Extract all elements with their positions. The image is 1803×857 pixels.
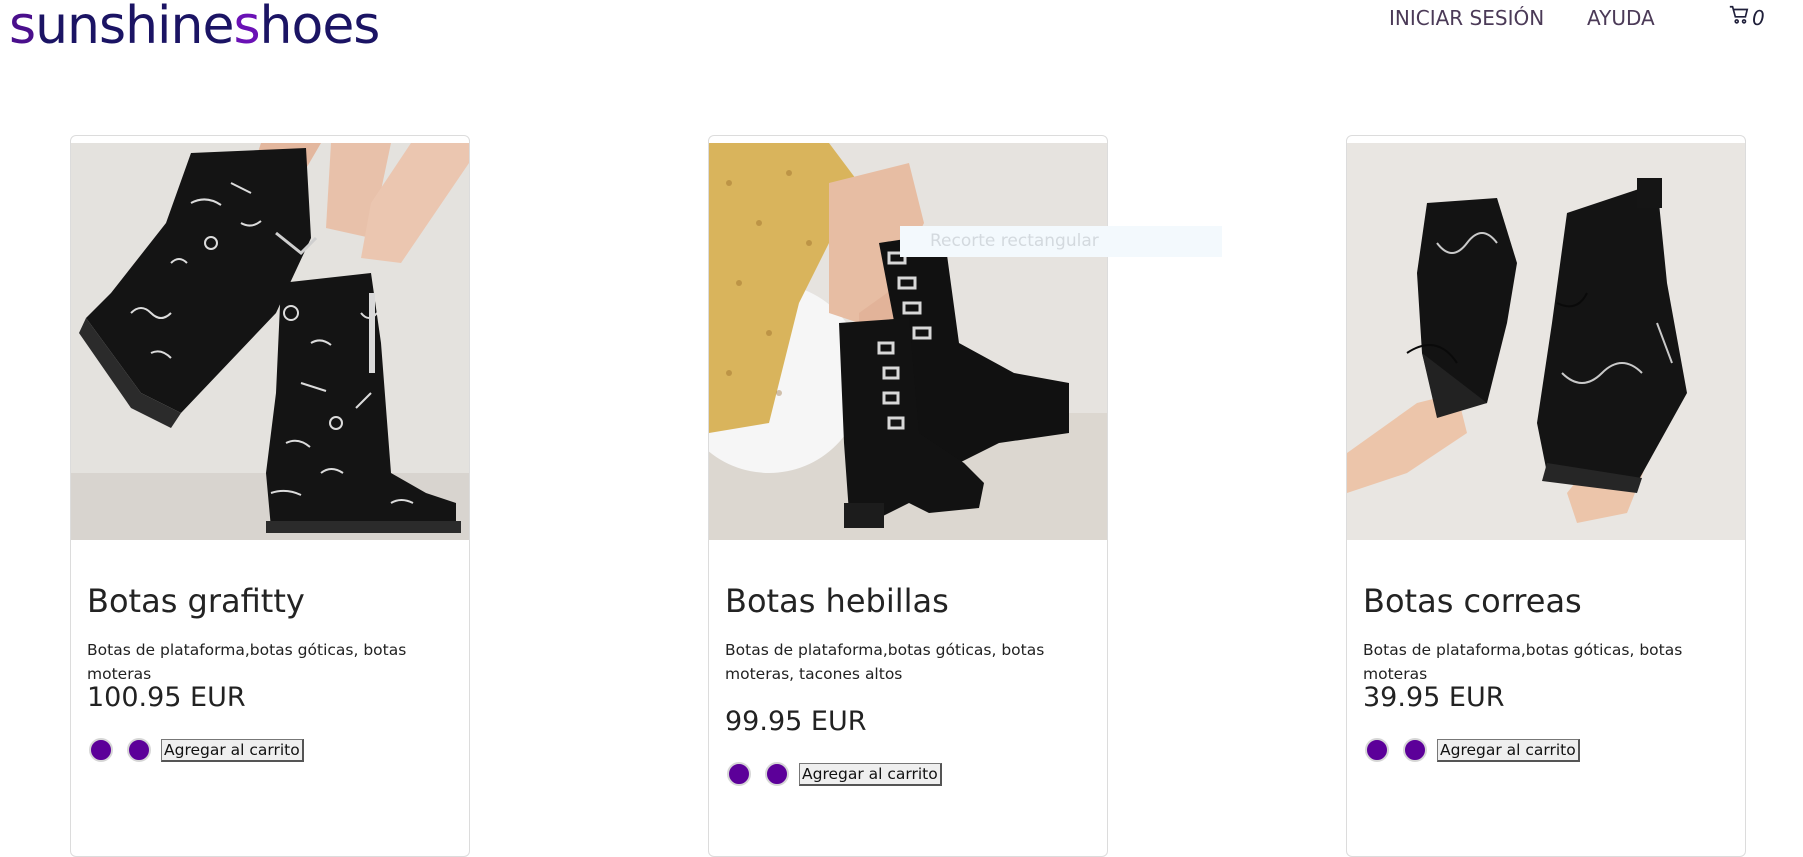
product-title: Botas hebillas: [725, 582, 949, 620]
product-description: Botas de plataforma,botas góticas, botas…: [87, 641, 407, 683]
cart-button[interactable]: 0: [1728, 4, 1765, 31]
product-price: 100.95 EUR: [87, 682, 246, 713]
cart-count: 0: [1752, 5, 1765, 30]
product-description: Botas de plataforma,botas góticas, botas…: [1363, 641, 1683, 683]
product-price: 99.95 EUR: [725, 706, 867, 737]
logo-part1: unshine: [35, 0, 234, 56]
strap-boots-image[interactable]: [1347, 143, 1745, 540]
graffiti-boots-image[interactable]: [71, 143, 469, 540]
color-option-2[interactable]: [127, 738, 151, 762]
add-to-cart-button[interactable]: Agregar al carrito: [1437, 738, 1580, 762]
add-to-cart-button[interactable]: Agregar al carrito: [799, 762, 942, 786]
logo-s1: s: [9, 0, 36, 56]
snip-overlay-label: Recorte rectangular: [900, 226, 1222, 257]
logo-part2: hoes: [259, 0, 381, 56]
site-logo[interactable]: sunshineshoes: [9, 0, 381, 56]
product-card-botas-grafitty: Botas grafitty Botas de plataforma,botas…: [70, 135, 470, 857]
product-card-botas-correas: Botas correas Botas de plataforma,botas …: [1346, 135, 1746, 857]
logo-s2: s: [233, 0, 260, 56]
product-description: Botas de plataforma,botas góticas, botas…: [725, 641, 1045, 683]
add-to-cart-button[interactable]: Agregar al carrito: [161, 738, 304, 762]
product-title: Botas grafitty: [87, 582, 305, 620]
cart-icon: [1728, 4, 1750, 31]
color-option-1[interactable]: [1365, 738, 1389, 762]
color-option-2[interactable]: [765, 762, 789, 786]
nav-login-link[interactable]: INICIAR SESIÓN: [1389, 6, 1544, 30]
product-price: 39.95 EUR: [1363, 682, 1505, 713]
color-option-2[interactable]: [1403, 738, 1427, 762]
buckle-boots-image[interactable]: [709, 143, 1107, 540]
color-option-1[interactable]: [727, 762, 751, 786]
color-option-1[interactable]: [89, 738, 113, 762]
product-title: Botas correas: [1363, 582, 1582, 620]
nav-help-link[interactable]: AYUDA: [1587, 6, 1655, 30]
